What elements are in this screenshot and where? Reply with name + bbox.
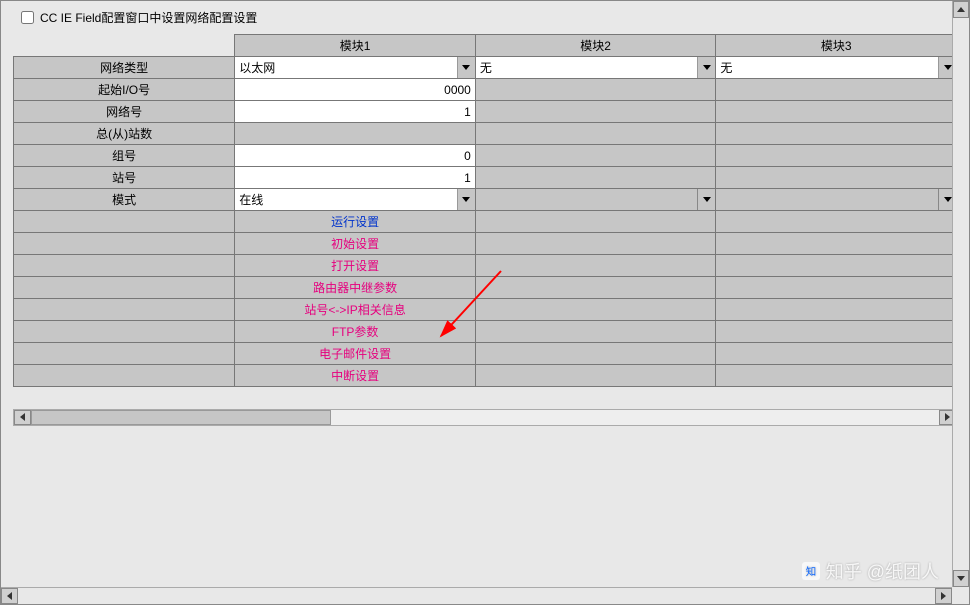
empty-cell [14, 277, 235, 299]
interrupt-settings-link[interactable]: 中断设置 [235, 365, 476, 387]
empty-cell [14, 255, 235, 277]
empty-cell [475, 277, 716, 299]
scroll-left-button[interactable] [14, 410, 31, 425]
empty-cell [716, 255, 957, 277]
network-no-input[interactable]: 1 [235, 101, 476, 123]
empty-cell [475, 299, 716, 321]
zhihu-icon: 知 [802, 562, 820, 580]
empty-cell [475, 79, 716, 101]
scroll-thumb[interactable] [31, 410, 331, 425]
email-settings-link[interactable]: 电子邮件设置 [235, 343, 476, 365]
blank [14, 387, 235, 405]
initial-settings-link[interactable]: 初始设置 [235, 233, 476, 255]
checkbox-label: CC IE Field配置窗口中设置网络配置设置 [40, 9, 257, 26]
config-table: 模块1 模块2 模块3 网络类型 以太网 无 无 起始I/O号 0000 [13, 34, 957, 405]
start-io-input[interactable]: 0000 [235, 79, 476, 101]
empty-cell [475, 255, 716, 277]
empty-cell [14, 233, 235, 255]
empty-cell [475, 101, 716, 123]
mode-m3-combo[interactable] [716, 189, 957, 211]
network-type-label: 网络类型 [14, 57, 235, 79]
network-no-label: 网络号 [14, 101, 235, 123]
network-type-m3-combo[interactable]: 无 [716, 57, 957, 79]
scroll-up-button[interactable] [953, 1, 969, 18]
network-type-m1-combo[interactable]: 以太网 [235, 57, 476, 79]
svg-text:知: 知 [805, 565, 816, 578]
empty-cell [475, 343, 716, 365]
empty-cell [716, 233, 957, 255]
empty-cell [475, 233, 716, 255]
empty-cell [14, 343, 235, 365]
scroll-down-button[interactable] [953, 570, 969, 587]
router-relay-params-link[interactable]: 路由器中继参数 [235, 277, 476, 299]
chevron-down-icon [697, 57, 715, 78]
empty-cell [716, 101, 957, 123]
header-row: 模块1 模块2 模块3 [14, 35, 957, 57]
start-io-label: 起始I/O号 [14, 79, 235, 101]
mode-label: 模式 [14, 189, 235, 211]
total-stations-label: 总(从)站数 [14, 123, 235, 145]
empty-cell [716, 343, 957, 365]
watermark: 知 知乎 @纸团人 [802, 558, 939, 584]
mode-m2-combo[interactable] [475, 189, 716, 211]
empty-cell [716, 365, 957, 387]
empty-cell [475, 145, 716, 167]
empty-cell [716, 277, 957, 299]
checkbox-row: CC IE Field配置窗口中设置网络配置设置 [1, 1, 969, 34]
empty-cell [716, 211, 957, 233]
empty-cell [475, 211, 716, 233]
blank [235, 387, 476, 405]
blank [475, 387, 716, 405]
window-horizontal-scrollbar[interactable] [1, 587, 952, 604]
module2-header: 模块2 [475, 35, 716, 57]
mode-m1-value: 在线 [239, 191, 457, 208]
empty-cell [475, 321, 716, 343]
scroll-right-button[interactable] [935, 588, 952, 604]
ftp-params-link[interactable]: FTP参数 [235, 321, 476, 343]
blank-header [14, 35, 235, 57]
empty-cell [14, 365, 235, 387]
station-ip-info-link[interactable]: 站号<->IP相关信息 [235, 299, 476, 321]
empty-cell [716, 299, 957, 321]
chevron-down-icon [457, 57, 475, 78]
network-type-m2-combo[interactable]: 无 [475, 57, 716, 79]
table-horizontal-scrollbar[interactable] [13, 409, 957, 426]
station-no-label: 站号 [14, 167, 235, 189]
station-no-input[interactable]: 1 [235, 167, 476, 189]
empty-cell [475, 123, 716, 145]
window-vertical-scrollbar[interactable] [952, 1, 969, 587]
module1-header: 模块1 [235, 35, 476, 57]
ccie-field-checkbox[interactable] [21, 11, 34, 24]
empty-cell [14, 211, 235, 233]
empty-cell [716, 145, 957, 167]
run-settings-link[interactable]: 运行设置 [235, 211, 476, 233]
group-no-label: 组号 [14, 145, 235, 167]
network-type-m1-value: 以太网 [239, 59, 457, 76]
mode-m1-combo[interactable]: 在线 [235, 189, 476, 211]
config-window: CC IE Field配置窗口中设置网络配置设置 模块1 模块2 模块3 网络类… [0, 0, 970, 605]
empty-cell [716, 167, 957, 189]
empty-cell [716, 321, 957, 343]
chevron-down-icon [697, 189, 715, 210]
open-settings-link[interactable]: 打开设置 [235, 255, 476, 277]
module3-header: 模块3 [716, 35, 957, 57]
scroll-track[interactable] [31, 410, 939, 425]
empty-cell [235, 123, 476, 145]
network-type-m3-value: 无 [720, 59, 938, 76]
empty-cell [475, 167, 716, 189]
group-no-input[interactable]: 0 [235, 145, 476, 167]
blank [716, 387, 957, 405]
empty-cell [716, 79, 957, 101]
scroll-track[interactable] [18, 588, 935, 604]
network-type-m2-value: 无 [480, 59, 698, 76]
empty-cell [475, 365, 716, 387]
scroll-left-button[interactable] [1, 588, 18, 604]
chevron-down-icon [457, 189, 475, 210]
empty-cell [14, 299, 235, 321]
table-wrap: 模块1 模块2 模块3 网络类型 以太网 无 无 起始I/O号 0000 [1, 34, 969, 436]
watermark-text: 知乎 @纸团人 [826, 558, 939, 584]
empty-cell [14, 321, 235, 343]
empty-cell [716, 123, 957, 145]
